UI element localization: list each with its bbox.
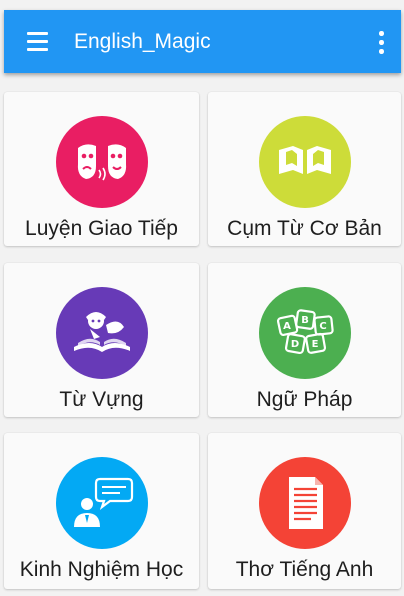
svg-text:D: D [290,339,298,350]
svg-text:C: C [319,321,326,332]
menu-card-cum-tu-co-ban[interactable]: Cụm Từ Cơ Bản [208,92,401,246]
menu-card-label: Ngữ Pháp [256,388,353,411]
hamburger-menu-icon[interactable] [24,29,54,55]
svg-text:E: E [311,339,318,350]
menu-card-tu-vung[interactable]: Từ Vựng [4,263,199,417]
app-title: English_Magic [74,30,211,53]
menu-card-kinh-nghiem-hoc[interactable]: Kinh Nghiệm Học [4,433,199,589]
more-vertical-icon[interactable] [371,28,391,56]
reading-person-icon [55,287,148,379]
theater-masks-icon [55,116,148,208]
svg-text:A: A [283,321,291,332]
menu-card-luyen-giao-tiep[interactable]: Luyện Giao Tiếp [4,92,199,246]
menu-card-label: Từ Vựng [59,388,144,411]
document-icon [258,457,351,549]
person-speech-bubble-icon [55,457,148,549]
abc-blocks-icon: A B C D E [258,287,351,379]
svg-text:B: B [301,315,309,326]
open-book-icon [258,116,351,208]
menu-card-label: Kinh Nghiệm Học [19,558,184,581]
menu-card-ngu-phap[interactable]: A B C D E Ngữ Pháp [208,263,401,417]
menu-card-label: Thơ Tiếng Anh [235,558,374,581]
menu-card-label: Luyện Giao Tiếp [25,217,178,240]
app-bar: English_Magic [4,10,401,73]
menu-card-tho-tieng-anh[interactable]: Thơ Tiếng Anh [208,433,401,589]
menu-card-label: Cụm Từ Cơ Bản [227,217,382,240]
